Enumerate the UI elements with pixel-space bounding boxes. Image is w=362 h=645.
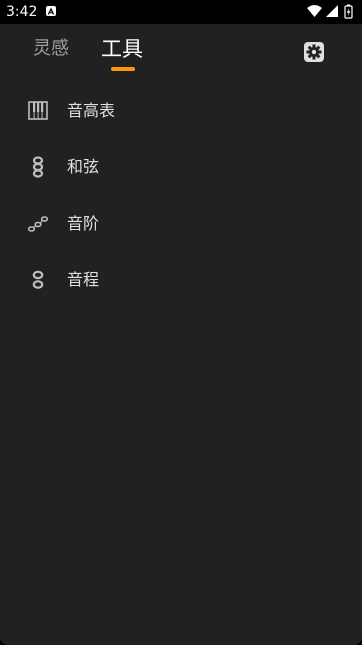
- tool-item-pitch-table[interactable]: 音高表: [0, 82, 362, 138]
- settings-button[interactable]: [303, 41, 325, 63]
- scale-icon: [27, 213, 49, 235]
- notification-icon: [46, 6, 56, 16]
- piano-icon: [27, 100, 49, 122]
- gear-icon: [304, 42, 324, 62]
- tab-tools[interactable]: 工具: [101, 34, 143, 64]
- tool-item-scale[interactable]: 音阶: [0, 195, 362, 251]
- interval-icon: [27, 269, 49, 291]
- battery-icon: [344, 4, 353, 19]
- tool-label: 音程: [67, 270, 100, 289]
- tool-label: 和弦: [67, 157, 100, 176]
- chord-icon: [27, 156, 49, 178]
- app-screen: 3:42 灵感 工具 音高表 和弦 音阶 音程: [0, 0, 362, 645]
- tool-item-chord[interactable]: 和弦: [0, 138, 362, 194]
- signal-icon: [326, 5, 338, 17]
- tool-item-interval[interactable]: 音程: [0, 251, 362, 307]
- wifi-icon: [307, 5, 322, 17]
- tool-label: 音高表: [67, 101, 116, 120]
- status-bar: 3:42: [0, 0, 362, 24]
- tab-inspiration[interactable]: 灵感: [33, 36, 69, 62]
- tool-label: 音阶: [67, 214, 100, 233]
- status-time: 3:42: [6, 4, 38, 20]
- status-icons: [306, 4, 356, 20]
- active-tab-indicator: [111, 67, 135, 71]
